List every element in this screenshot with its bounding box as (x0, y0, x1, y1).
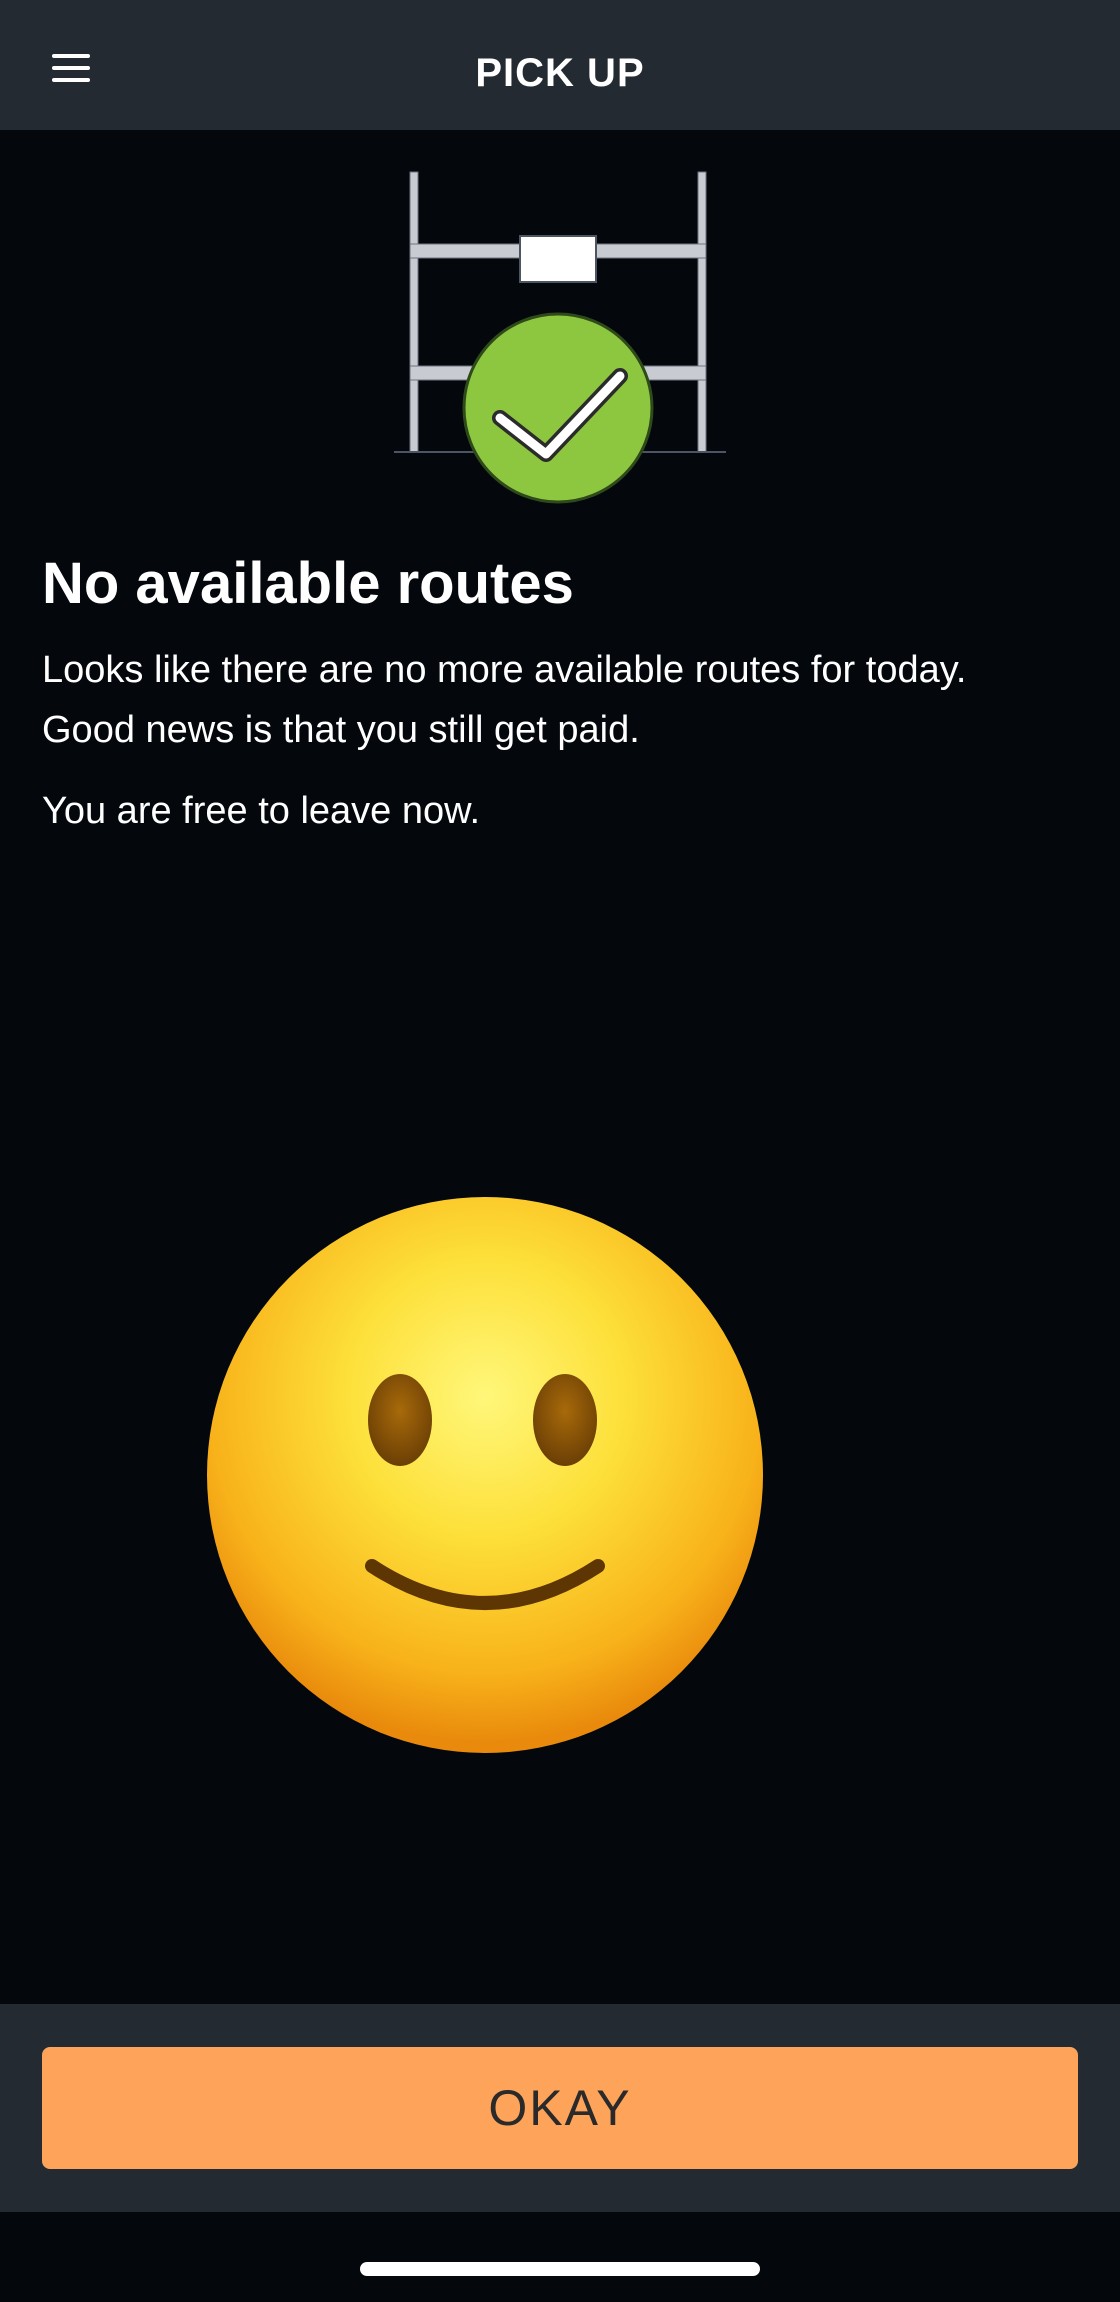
top-bar: PICK UP (0, 0, 1120, 130)
shelf-with-check-icon (390, 168, 730, 508)
home-indicator[interactable] (360, 2262, 760, 2276)
hamburger-menu-icon[interactable] (46, 46, 94, 90)
message-line-2: Good news is that you still get paid. (42, 709, 640, 751)
message-line-1: Looks like there are no more available r… (42, 649, 967, 691)
message: Looks like there are no more available r… (42, 640, 1092, 760)
leave-message: You are free to leave now. (42, 790, 481, 832)
headline: No available routes (42, 551, 574, 616)
page-title: PICK UP (475, 51, 645, 95)
okay-button[interactable]: OKAY (42, 2047, 1078, 2169)
footer-bar: OKAY (0, 2004, 1120, 2212)
app-screen: PICK UP No available routes Looks like t… (0, 0, 1120, 2302)
slightly-smiling-face-emoji (200, 1190, 770, 1760)
